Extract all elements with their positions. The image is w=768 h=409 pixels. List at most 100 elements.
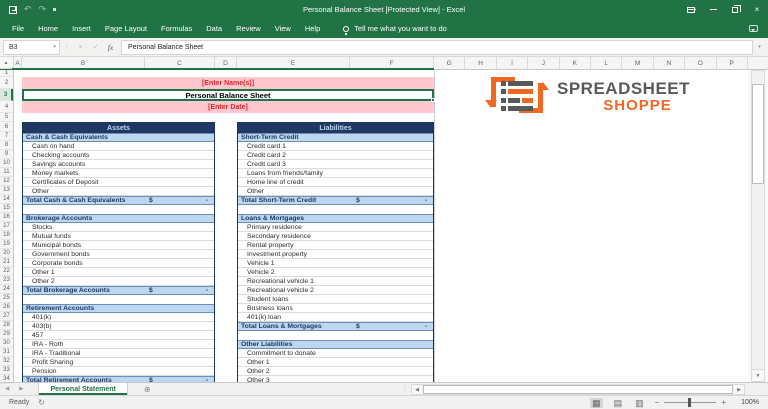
new-sheet-button[interactable]: ⊕ [144,385,151,394]
row-header-30[interactable]: 30 [0,339,13,348]
liability-item-row[interactable]: Business loans [238,304,433,313]
liability-total-row[interactable]: Total Short-Term Credit $ - [238,196,433,205]
asset-total-row[interactable]: Total Brokerage Accounts $ - [23,286,214,295]
asset-item-row[interactable]: Pension [23,367,214,376]
page-layout-view-button[interactable]: ▤ [612,398,625,408]
liability-section-row[interactable]: Loans & Mortgages [238,214,433,223]
liability-item-row[interactable]: Loans from friends/family [238,169,433,178]
asset-item-row[interactable]: IRA - Roth [23,340,214,349]
vertical-scroll-track[interactable]: ▼ [751,70,765,382]
asset-item-row[interactable]: Other 2 [23,277,214,286]
row-header-17[interactable]: 17 [0,222,13,231]
liability-item-row[interactable]: Secondary residence [238,232,433,241]
asset-item-row[interactable]: Certificates of Deposit [23,178,214,187]
selected-title-cell[interactable]: Personal Balance Sheet [22,89,434,101]
row-header-23[interactable]: 23 [0,276,13,285]
ribbon-tab-formulas[interactable]: Formulas [154,19,199,38]
column-header-H[interactable]: H [465,57,497,69]
row-header-29[interactable]: 29 [0,330,13,339]
row-header-4[interactable]: 4 [0,101,13,113]
liability-item-row[interactable]: Recreational vehicle 1 [238,277,433,286]
horizontal-scrollbar[interactable]: ◀ ▶ [411,384,745,395]
row-header-27[interactable]: 27 [0,312,13,321]
customize-quick-access-icon[interactable] [53,8,57,11]
ribbon-tab-data[interactable]: Data [199,19,229,38]
redo-icon[interactable]: ↷ [39,5,47,14]
vertical-scrollbar[interactable]: ▼ [748,70,768,382]
row-header-16[interactable]: 16 [0,213,13,222]
liability-item-row[interactable]: Home line of credit [238,178,433,187]
column-header-N[interactable]: N [654,57,686,69]
liability-item-row[interactable]: Primary residence [238,223,433,232]
row-header-20[interactable]: 20 [0,249,13,258]
asset-item-row[interactable]: Mutual funds [23,232,214,241]
liability-item-row[interactable]: Vehicle 2 [238,268,433,277]
accessibility-checker-icon[interactable]: ↻ [38,398,45,407]
liability-item-row[interactable]: Recreational vehicle 2 [238,286,433,295]
row-header-5[interactable]: 5 [0,113,13,122]
vertical-scroll-thumb[interactable] [752,84,764,184]
row-header-10[interactable]: 10 [0,159,13,168]
column-header-O[interactable]: O [685,57,717,69]
ribbon-tab-page-layout[interactable]: Page Layout [98,19,154,38]
cells-area[interactable]: [Enter Name(s)] Personal Balance Sheet [… [14,70,748,382]
liability-item-row[interactable]: Rental property [238,241,433,250]
pane-split-line[interactable] [434,70,435,382]
ribbon-tab-file[interactable]: File [5,19,31,38]
row-header-11[interactable]: 11 [0,168,13,177]
liability-item-row[interactable]: Other 2 [238,367,433,376]
name-box[interactable]: B3 ▾ [3,39,60,55]
confirm-entry-button[interactable]: ✓ [88,43,103,51]
asset-item-row[interactable]: Stocks [23,223,214,232]
asset-item-row[interactable]: 403(b) [23,322,214,331]
row-header-15[interactable]: 15 [0,204,13,213]
ribbon-tab-review[interactable]: Review [229,19,268,38]
liability-item-row[interactable]: Credit card 2 [238,151,433,160]
liability-item-row[interactable]: Commitment to donate [238,349,433,358]
asset-section-row[interactable]: Retirement Accounts [23,304,214,313]
ribbon-tab-insert[interactable]: Insert [65,19,98,38]
zoom-out-button[interactable]: − [655,398,660,407]
row-header-7[interactable]: 7 [0,132,13,141]
asset-gap-row[interactable] [23,295,214,304]
row-header-3[interactable]: 3 [0,89,13,101]
asset-item-row[interactable]: Other 1 [23,268,214,277]
asset-item-row[interactable]: Profit Sharing [23,358,214,367]
horizontal-scroll-thumb[interactable] [423,385,733,394]
ribbon-tab-view[interactable]: View [268,19,298,38]
row-header-8[interactable]: 8 [0,141,13,150]
minimize-button[interactable] [702,0,724,19]
cancel-entry-button[interactable]: × [73,44,88,51]
formula-bar-expand-icon[interactable]: ▾ [753,44,766,50]
row-header-19[interactable]: 19 [0,240,13,249]
row-header-26[interactable]: 26 [0,303,13,312]
restore-button[interactable] [724,0,746,19]
column-header-P[interactable]: P [717,57,748,69]
asset-item-row[interactable]: Other [23,187,214,196]
row-header-2[interactable]: 2 [0,77,13,89]
row-header-34[interactable]: 34 [0,375,13,384]
asset-item-row[interactable]: 401(k) [23,313,214,322]
row-header-12[interactable]: 12 [0,177,13,186]
row-header-22[interactable]: 22 [0,267,13,276]
asset-gap-row[interactable] [23,205,214,214]
row-header-18[interactable]: 18 [0,231,13,240]
liability-item-row[interactable]: Credit card 3 [238,160,433,169]
row-header-28[interactable]: 28 [0,321,13,330]
zoom-slider-thumb[interactable] [688,398,692,407]
asset-item-row[interactable]: Government bonds [23,250,214,259]
column-header-K[interactable]: K [560,57,591,69]
selection-fill-handle[interactable] [431,98,435,102]
liability-item-row[interactable]: Vehicle 1 [238,259,433,268]
asset-item-row[interactable]: Municipal bonds [23,241,214,250]
row-header-13[interactable]: 13 [0,186,13,195]
save-icon[interactable] [9,5,17,14]
liability-item-row[interactable]: Student loans [238,295,433,304]
row-header-6[interactable]: 6 [0,122,13,132]
normal-view-button[interactable]: ▦ [590,397,603,408]
column-header-J[interactable]: J [528,57,560,69]
tell-me-box[interactable]: Tell me what you want to do [343,24,447,35]
asset-total-row[interactable]: Total Cash & Cash Equivalents $ - [23,196,214,205]
scroll-left-button[interactable]: ◀ [412,385,422,394]
next-sheet-button[interactable]: ▶ [14,386,28,392]
